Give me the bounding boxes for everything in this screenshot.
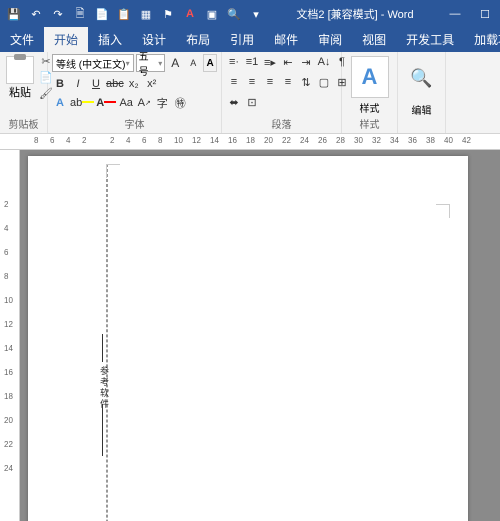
workspace: 24 68 1012 1416 1820 2224 参考软件 切割 <box>0 150 500 521</box>
vertical-ruler[interactable]: 24 68 1012 1416 1820 2224 <box>0 150 20 521</box>
editing-button[interactable]: 编辑 <box>402 102 441 117</box>
tab-layout[interactable]: 布局 <box>176 27 220 52</box>
qat-search-icon[interactable]: 🔍 <box>224 4 244 24</box>
redo-button[interactable]: ↷ <box>48 4 68 24</box>
document-area[interactable]: 参考软件 切割 <box>20 150 500 521</box>
distributed-button[interactable]: ⬌ <box>226 95 242 111</box>
vertical-text-1: 参考软件 <box>98 366 111 410</box>
align-right-button[interactable]: ≡ <box>262 74 278 90</box>
shrink-font-button[interactable]: A <box>185 55 201 71</box>
bullets-button[interactable]: ≡· <box>226 54 242 70</box>
clipboard-label: 剪贴板 <box>4 115 43 131</box>
justify-button[interactable]: ≡ <box>280 74 296 90</box>
sort-button[interactable]: A↓ <box>316 54 332 70</box>
underline-button[interactable]: U <box>88 76 104 92</box>
ribbon-tabs: 文件 开始 插入 设计 布局 引用 邮件 审阅 视图 开发工具 加载项 ♀ 告诉… <box>0 28 500 52</box>
character-border-button[interactable]: A <box>203 54 217 72</box>
qat-open-icon[interactable]: 📄 <box>92 4 112 24</box>
crop-corner-tr <box>436 204 450 218</box>
tab-view[interactable]: 视图 <box>352 27 396 52</box>
group-paragraph: ≡· ≡1 ≡▸ ⇤ ⇥ A↓ ¶ ≡ ≡ ≡ ≡ ⇅ ▢ ⊞ ⬌ ⊡ 段落 <box>222 52 342 133</box>
font-label: 字体 <box>52 115 217 131</box>
quick-access-toolbar: 💾 ↶ ↷ 🗎 📄 📋 ▦ ⚑ A ▣ 🔍 ▾ <box>0 4 270 24</box>
paste-label: 粘贴 <box>9 84 31 100</box>
paragraph-label: 段落 <box>226 115 337 131</box>
group-clipboard: 粘贴 ✂ 📄 🖌 剪贴板 <box>0 52 48 133</box>
tab-review[interactable]: 审阅 <box>308 27 352 52</box>
minimize-button[interactable]: — <box>440 0 470 28</box>
change-case-button[interactable]: Aa <box>118 95 134 111</box>
phonetic-guide-button[interactable]: 字 <box>154 95 170 111</box>
increase-indent-button[interactable]: ⇥ <box>298 54 314 70</box>
decrease-indent-button[interactable]: ⇤ <box>280 54 296 70</box>
font-name-select[interactable]: 等线 (中文正文)▾ <box>52 54 134 72</box>
clear-formatting-button[interactable]: A↗ <box>136 95 152 111</box>
tab-mailings[interactable]: 邮件 <box>264 27 308 52</box>
multilevel-button[interactable]: ≡▸ <box>262 54 278 70</box>
qat-table-icon[interactable]: ▣ <box>202 4 222 24</box>
snap-grid-button[interactable]: ⊡ <box>244 95 260 111</box>
shading-button[interactable]: ▢ <box>316 74 332 90</box>
tab-developer[interactable]: 开发工具 <box>396 27 464 52</box>
group-styles: A 样式 样式 <box>342 52 398 133</box>
qat-font-color-icon[interactable]: A <box>180 4 200 24</box>
strikethrough-button[interactable]: abc <box>106 76 124 92</box>
content-line <box>102 334 103 362</box>
tab-insert[interactable]: 插入 <box>88 27 132 52</box>
align-center-button[interactable]: ≡ <box>244 74 260 90</box>
qat-customize-icon[interactable]: ▾ <box>246 4 266 24</box>
numbering-button[interactable]: ≡1 <box>244 54 260 70</box>
paste-button[interactable]: 粘贴 <box>4 54 36 102</box>
crop-corner-tl <box>106 164 120 178</box>
group-font: 等线 (中文正文)▾ 五号▾ A A A B I U abc x₂ x² A a… <box>48 52 222 133</box>
qat-new-icon[interactable]: 🗎 <box>70 4 90 24</box>
save-button[interactable]: 💾 <box>4 4 24 24</box>
editing-label <box>402 130 441 131</box>
align-left-button[interactable]: ≡ <box>226 74 242 90</box>
tab-addins[interactable]: 加载项 <box>464 27 500 52</box>
ribbon: 粘贴 ✂ 📄 🖌 剪贴板 等线 (中文正文)▾ 五号▾ A A A B I U … <box>0 52 500 134</box>
font-size-select[interactable]: 五号▾ <box>136 54 166 72</box>
tab-file[interactable]: 文件 <box>0 27 44 52</box>
styles-label: 样式 <box>346 115 393 131</box>
italic-button[interactable]: I <box>70 76 86 92</box>
line-spacing-button[interactable]: ⇅ <box>298 74 314 90</box>
qat-copy-icon[interactable]: 📋 <box>114 4 134 24</box>
styles-button-label: 样式 <box>346 100 393 115</box>
window-controls: — ☐ <box>440 0 500 28</box>
highlight-button[interactable]: ab <box>70 95 94 111</box>
qat-list-icon[interactable]: ▦ <box>136 4 156 24</box>
font-color-button[interactable]: A <box>96 95 116 111</box>
text-effects-button[interactable]: A <box>52 95 68 111</box>
margin-guide-left <box>106 164 108 521</box>
content-line <box>102 404 103 456</box>
maximize-button[interactable]: ☐ <box>470 0 500 28</box>
tab-home[interactable]: 开始 <box>44 27 88 52</box>
subscript-button[interactable]: x₂ <box>126 76 142 92</box>
undo-button[interactable]: ↶ <box>26 4 46 24</box>
grow-font-button[interactable]: A <box>167 55 183 71</box>
group-editing: 🔍 编辑 <box>398 52 446 133</box>
horizontal-ruler[interactable]: 86 42 24 68 1012 1416 1820 2224 2628 303… <box>0 134 500 150</box>
title-bar: 💾 ↶ ↷ 🗎 📄 📋 ▦ ⚑ A ▣ 🔍 ▾ 文档2 [兼容模式] - Wor… <box>0 0 500 28</box>
tab-references[interactable]: 引用 <box>220 27 264 52</box>
bold-button[interactable]: B <box>52 76 68 92</box>
qat-flag-icon[interactable]: ⚑ <box>158 4 178 24</box>
window-title: 文档2 [兼容模式] - Word <box>270 6 440 22</box>
page[interactable]: 参考软件 切割 <box>28 156 468 521</box>
styles-gallery-button[interactable]: A <box>351 56 389 98</box>
enclose-characters-button[interactable]: ㊕ <box>172 95 188 111</box>
superscript-button[interactable]: x² <box>144 76 160 92</box>
paste-icon <box>6 56 34 84</box>
